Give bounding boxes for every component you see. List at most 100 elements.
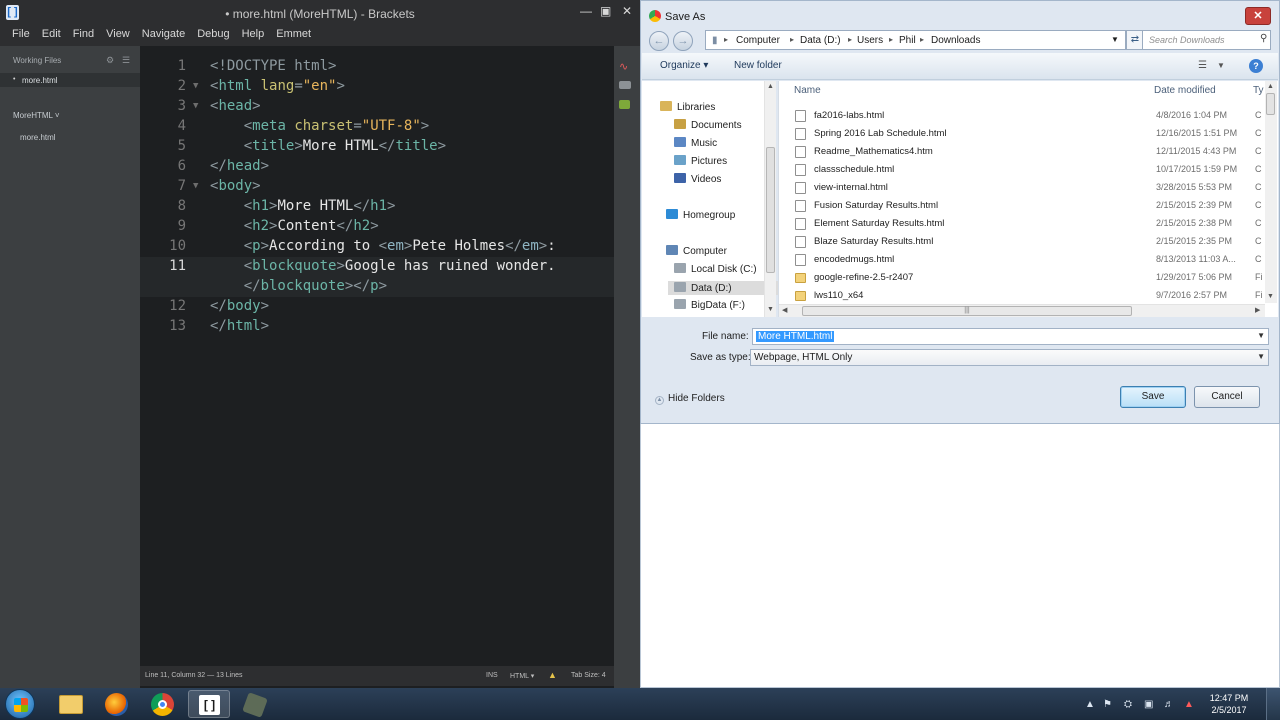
date-column-header[interactable]: Date modified xyxy=(1154,85,1216,96)
file-row[interactable]: Element Saturday Results.html 2/15/2015 2… xyxy=(779,215,1269,233)
file-list-scrollbar[interactable]: ▲ ▼ xyxy=(1265,81,1277,303)
network-icon[interactable]: ⛭ xyxy=(1124,699,1132,710)
code-line[interactable]: <meta charset="UTF-8"> xyxy=(210,118,430,134)
help-icon[interactable]: ? xyxy=(1249,59,1263,73)
address-bar[interactable]: ▮ ▸ Computer ▸ Data (D:) ▸ Users ▸ Phil … xyxy=(705,30,1126,50)
file-list[interactable]: Name Date modified Ty fa2016-labs.html 4/… xyxy=(778,81,1278,317)
volume-icon[interactable]: ♬ xyxy=(1164,699,1174,710)
file-row[interactable]: google-refine-2.5-r2407 1/29/2017 5:06 PM… xyxy=(779,269,1269,287)
code-line[interactable]: <blockquote>Google has ruined wonder. xyxy=(210,258,556,274)
view-dropdown-icon[interactable]: ▼ xyxy=(1217,61,1225,70)
save-type-select[interactable]: Webpage, HTML Only ▼ xyxy=(750,349,1269,366)
nav-item-bigdata-f[interactable]: BigData (F:) xyxy=(674,299,745,311)
nav-pane-scroll-thumb[interactable] xyxy=(766,147,775,273)
file-row[interactable]: classschedule.html 10/17/2015 1:59 PM C xyxy=(779,161,1269,179)
chevron-down-icon[interactable]: ▼ xyxy=(1257,352,1265,361)
chrome-icon[interactable] xyxy=(142,690,184,718)
breadcrumb-computer[interactable]: Computer xyxy=(736,35,780,46)
nav-item-computer[interactable]: Computer xyxy=(666,245,727,257)
dialog-close-button[interactable]: ✕ xyxy=(1245,7,1271,25)
fold-arrow-icon[interactable]: ▼ xyxy=(193,101,198,111)
back-button[interactable]: ← xyxy=(649,31,669,51)
show-hidden-icons[interactable]: ▲ xyxy=(1085,699,1095,710)
code-line[interactable]: </head> xyxy=(210,158,269,174)
project-dropdown[interactable]: MoreHTML ˅ xyxy=(13,111,60,120)
fold-arrow-icon[interactable]: ▼ xyxy=(193,181,198,191)
nav-item-local-disk-c[interactable]: Local Disk (C:) xyxy=(674,263,757,275)
split-view-icon[interactable]: ☰ xyxy=(122,55,130,66)
save-button[interactable]: Save xyxy=(1120,386,1186,408)
view-options-icon[interactable]: ☰ xyxy=(1198,60,1207,71)
breadcrumb-downloads[interactable]: Downloads xyxy=(931,35,980,46)
menu-emmet[interactable]: Emmet xyxy=(270,26,317,46)
new-folder-button[interactable]: New folder xyxy=(734,60,782,71)
code-line[interactable]: <h2>Content</h2> xyxy=(210,218,379,234)
nav-pane-scrollbar[interactable]: ▲ ▼ xyxy=(764,81,776,317)
menu-navigate[interactable]: Navigate xyxy=(136,26,191,46)
file-row[interactable]: Blaze Saturday Results.html 2/15/2015 2:3… xyxy=(779,233,1269,251)
search-input[interactable]: Search Downloads xyxy=(1142,30,1271,50)
breadcrumb-users[interactable]: Users xyxy=(857,35,883,46)
code-line[interactable]: <p>According to <em>Pete Holmes</em>: xyxy=(210,238,556,254)
nav-item-homegroup[interactable]: Homegroup xyxy=(666,209,735,221)
maximize-icon[interactable]: ▣ xyxy=(600,4,611,18)
code-line[interactable]: </html> xyxy=(210,318,269,334)
code-line[interactable]: <h1>More HTML</h1> xyxy=(210,198,396,214)
file-name-value[interactable]: More HTML.html xyxy=(756,331,835,342)
tab-size[interactable]: Tab Size: 4 xyxy=(571,672,606,679)
start-button[interactable] xyxy=(5,689,35,719)
code-line[interactable]: </body> xyxy=(210,298,269,314)
cancel-button[interactable]: Cancel xyxy=(1194,386,1260,408)
type-column-header[interactable]: Ty xyxy=(1253,85,1264,96)
fold-arrow-icon[interactable]: ▼ xyxy=(193,81,198,91)
working-file-name[interactable]: more.html xyxy=(22,76,58,85)
file-row[interactable]: Readme_Mathematics4.htm 12/11/2015 4:43 P… xyxy=(779,143,1269,161)
gear-icon[interactable]: ⚙ xyxy=(106,55,114,66)
menu-find[interactable]: Find xyxy=(67,26,100,46)
file-row[interactable]: lws110_x64 9/7/2016 2:57 PM Fi xyxy=(779,287,1269,305)
project-file-item[interactable]: more.html xyxy=(20,133,56,142)
breadcrumb-data[interactable]: Data (D:) xyxy=(800,35,841,46)
windows-explorer-icon[interactable] xyxy=(50,690,92,718)
security-icon[interactable]: ▲ xyxy=(1184,699,1194,710)
menu-debug[interactable]: Debug xyxy=(191,26,235,46)
nav-item-libraries[interactable]: Libraries xyxy=(660,101,715,113)
app-icon[interactable] xyxy=(234,690,276,718)
file-row[interactable]: encodedmugs.html 8/13/2013 11:03 A... C xyxy=(779,251,1269,269)
code-line[interactable]: </blockquote></p> xyxy=(210,278,387,294)
chevron-down-icon[interactable]: ▼ xyxy=(1111,35,1119,44)
extension-icon[interactable] xyxy=(619,100,630,109)
display-icon[interactable]: ▣ xyxy=(1144,699,1153,710)
file-row[interactable]: Fusion Saturday Results.html 2/15/2015 2:… xyxy=(779,197,1269,215)
close-icon[interactable]: ✕ xyxy=(622,4,632,18)
name-column-header[interactable]: Name xyxy=(794,85,821,96)
file-row[interactable]: Spring 2016 Lab Schedule.html 12/16/2015 … xyxy=(779,125,1269,143)
brackets-icon[interactable]: [ ] xyxy=(188,690,230,718)
code-line[interactable]: <body> xyxy=(210,178,261,194)
organize-button[interactable]: Organize ▾ xyxy=(660,60,708,71)
language-selector[interactable]: HTML ▾ xyxy=(510,672,534,680)
action-center-icon[interactable]: ⚑ xyxy=(1103,699,1112,710)
code-line[interactable]: <html lang="en"> xyxy=(210,78,345,94)
lint-warning-icon[interactable]: ▲ xyxy=(548,670,557,680)
menu-file[interactable]: File xyxy=(6,26,36,46)
nav-item-documents[interactable]: Documents xyxy=(674,119,742,131)
nav-item-videos[interactable]: Videos xyxy=(674,173,721,185)
code-editor[interactable]: 1 <!DOCTYPE html> 2 ▼ <html lang="en"> 3 ▼ <hea… xyxy=(140,46,614,666)
file-list-hscrollbar[interactable]: ◀ ||| ▶ xyxy=(779,304,1265,317)
minimize-icon[interactable]: — xyxy=(580,4,592,18)
show-desktop-button[interactable] xyxy=(1266,688,1280,720)
search-icon[interactable]: ⚲ xyxy=(1260,33,1267,44)
firefox-icon[interactable] xyxy=(96,690,138,718)
menu-view[interactable]: View xyxy=(100,26,136,46)
forward-button[interactable]: → xyxy=(673,31,693,51)
file-name-input[interactable]: More HTML.html ▼ xyxy=(752,328,1269,345)
chevron-down-icon[interactable]: ▼ xyxy=(1257,331,1265,340)
file-row[interactable]: view-internal.html 3/28/2015 5:53 PM C xyxy=(779,179,1269,197)
code-line[interactable]: <head> xyxy=(210,98,261,114)
hide-folders-toggle[interactable]: ▲ Hide Folders xyxy=(655,393,725,405)
working-file-row[interactable] xyxy=(0,73,140,87)
code-line[interactable]: <title>More HTML</title> xyxy=(210,138,446,154)
live-preview-icon[interactable]: ∿ xyxy=(619,60,633,73)
menu-edit[interactable]: Edit xyxy=(36,26,67,46)
